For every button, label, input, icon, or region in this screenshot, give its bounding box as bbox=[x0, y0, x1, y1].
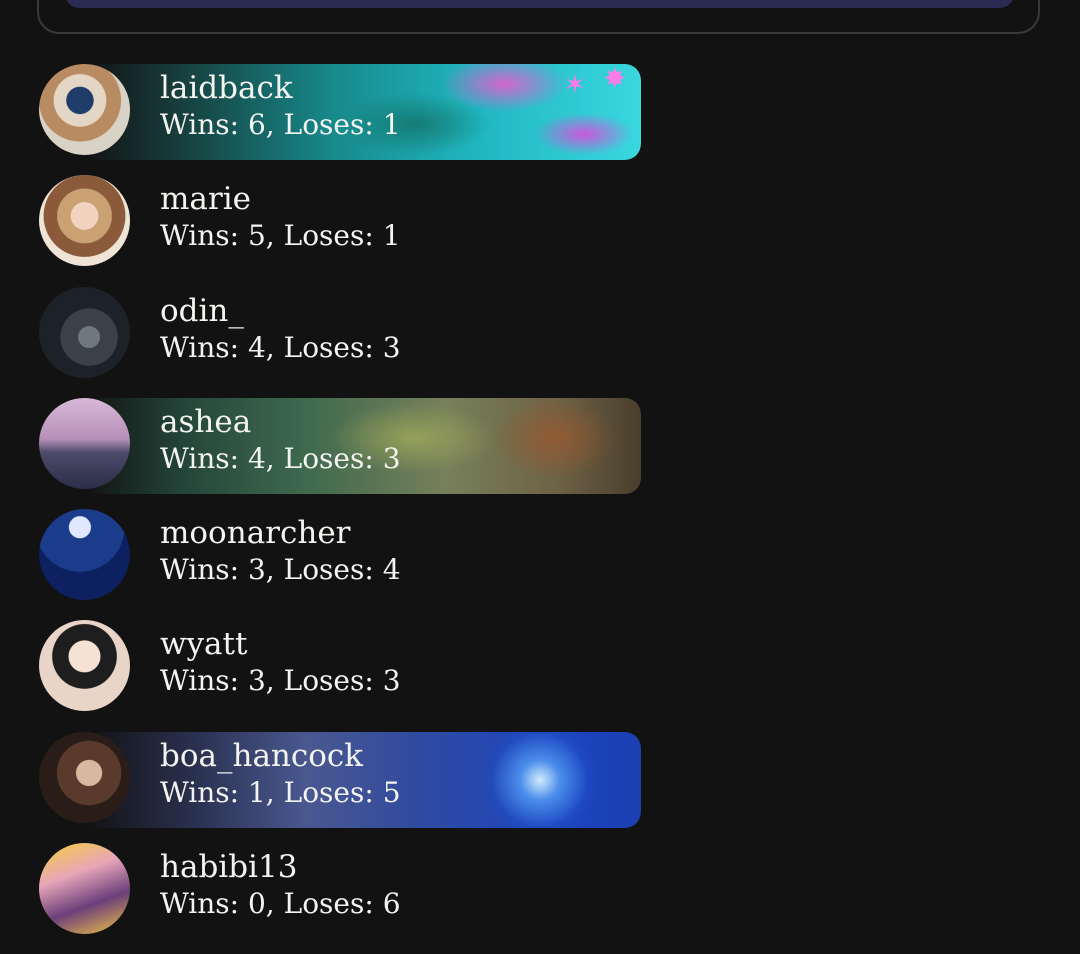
player-name: moonarcher bbox=[160, 515, 351, 552]
leaderboard-row-wyatt[interactable]: wyatt Wins: 3, Loses: 3 bbox=[39, 620, 641, 716]
leaderboard-row-boa-hancock[interactable]: boa_hancock Wins: 1, Loses: 5 bbox=[39, 731, 641, 828]
star-icon: ✸ bbox=[604, 64, 626, 94]
player-name: boa_hancock bbox=[160, 737, 364, 774]
player-stats: Wins: 1, Loses: 5 bbox=[160, 775, 401, 809]
player-name: odin_ bbox=[160, 292, 244, 329]
avatar[interactable] bbox=[39, 397, 130, 489]
player-stats: Wins: 3, Loses: 4 bbox=[160, 553, 401, 587]
leaderboard-row-laidback[interactable]: ✶ ✸ laidback Wins: 6, Loses: 1 bbox=[39, 64, 641, 160]
player-stats: Wins: 0, Loses: 6 bbox=[160, 887, 401, 921]
leaderboard-row-marie[interactable]: marie Wins: 5, Loses: 1 bbox=[39, 175, 641, 271]
avatar[interactable] bbox=[39, 64, 130, 155]
player-name: laidback bbox=[160, 70, 293, 106]
player-stats: Wins: 6, Loses: 1 bbox=[160, 108, 401, 141]
leaderboard-row-ashea[interactable]: ashea Wins: 4, Loses: 3 bbox=[39, 397, 641, 494]
top-progress-bar bbox=[65, 0, 1014, 8]
avatar[interactable] bbox=[39, 620, 130, 712]
player-stats: Wins: 3, Loses: 3 bbox=[160, 664, 401, 698]
player-name: ashea bbox=[160, 403, 252, 440]
player-name: wyatt bbox=[160, 626, 248, 663]
leaderboard-list: ✶ ✸ laidback Wins: 6, Loses: 1 marie Win… bbox=[39, 64, 641, 954]
leaderboard-row-habibi13[interactable]: habibi13 Wins: 0, Loses: 6 bbox=[39, 843, 641, 939]
leaderboard-row-odin[interactable]: odin_ Wins: 4, Loses: 3 bbox=[39, 286, 641, 383]
player-name: habibi13 bbox=[160, 849, 298, 886]
top-panel bbox=[37, 0, 1040, 34]
avatar[interactable] bbox=[39, 286, 130, 378]
avatar[interactable] bbox=[39, 175, 130, 267]
player-stats: Wins: 5, Loses: 1 bbox=[160, 219, 401, 253]
star-icon: ✶ bbox=[564, 70, 586, 100]
leaderboard-row-moonarcher[interactable]: moonarcher Wins: 3, Loses: 4 bbox=[39, 509, 641, 605]
avatar[interactable] bbox=[39, 509, 130, 601]
avatar[interactable] bbox=[39, 731, 130, 823]
player-stats: Wins: 4, Loses: 3 bbox=[160, 330, 401, 364]
avatar[interactable] bbox=[39, 843, 130, 935]
player-stats: Wins: 4, Loses: 3 bbox=[160, 441, 401, 475]
player-name: marie bbox=[160, 181, 251, 218]
